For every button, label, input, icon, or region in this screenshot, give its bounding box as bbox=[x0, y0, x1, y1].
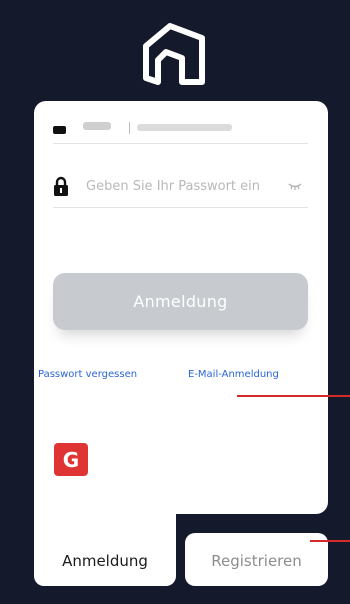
annotation-pointer bbox=[310, 540, 350, 542]
house-logo bbox=[143, 23, 205, 85]
login-button[interactable]: Anmeldung bbox=[53, 273, 308, 330]
annotation-pointer bbox=[237, 395, 350, 397]
field-divider bbox=[129, 122, 130, 134]
google-login-button[interactable]: G bbox=[54, 443, 88, 476]
email-login-link[interactable]: E-Mail-Anmeldung bbox=[188, 369, 279, 380]
eye-closed-icon[interactable] bbox=[288, 182, 302, 190]
tab-register-label[interactable]: Registrieren bbox=[185, 552, 328, 570]
password-input[interactable] bbox=[86, 174, 276, 198]
password-field bbox=[53, 170, 308, 208]
country-code bbox=[83, 122, 111, 130]
login-tab-panel bbox=[34, 500, 176, 586]
phone-icon bbox=[53, 126, 66, 134]
lock-icon bbox=[54, 176, 68, 196]
forgot-password-link[interactable]: Passwort vergessen bbox=[38, 369, 137, 380]
phone-placeholder bbox=[137, 124, 232, 131]
google-icon: G bbox=[62, 447, 80, 472]
phone-field[interactable] bbox=[53, 112, 308, 144]
tab-login[interactable]: Anmeldung bbox=[40, 552, 170, 570]
